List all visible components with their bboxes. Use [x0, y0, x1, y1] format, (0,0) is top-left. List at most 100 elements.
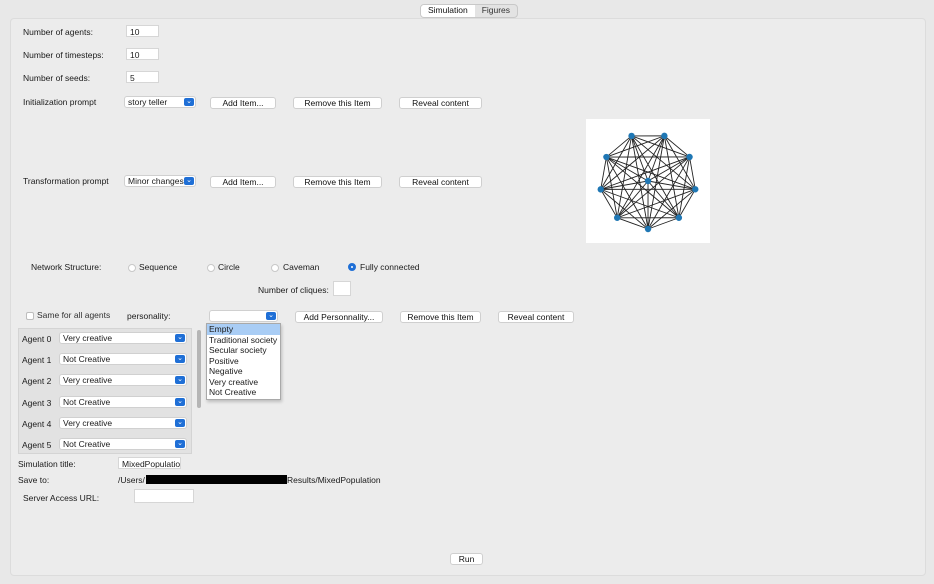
- init-prompt-label: Initialization prompt: [23, 97, 97, 107]
- agent-label: Agent 1: [22, 355, 52, 366]
- personality-label: personality:: [127, 311, 171, 321]
- same-for-all-checkbox[interactable]: [26, 312, 34, 320]
- personality-select[interactable]: ⌄: [209, 310, 278, 322]
- agent-personality-value: Very creative: [63, 375, 113, 386]
- dropdown-option[interactable]: Positive: [207, 356, 280, 367]
- agent-label: Agent 0: [22, 334, 52, 344]
- transform-prompt-label: Transformation prompt: [23, 176, 109, 186]
- num-seeds-label: Number of seeds:: [23, 73, 91, 83]
- radio-sequence[interactable]: [128, 264, 136, 272]
- agent-personality-value: Not Creative: [63, 439, 111, 449]
- dropdown-option[interactable]: Empty: [207, 324, 280, 335]
- radio-fully-connected-label: Fully connected: [360, 262, 420, 272]
- dropdown-option[interactable]: Traditional society: [207, 335, 280, 346]
- graph-node: [603, 153, 610, 161]
- chevron-down-icon: ⌄: [175, 334, 185, 342]
- agent-label: Agent 3: [22, 397, 52, 408]
- num-agents-field[interactable]: 10: [126, 25, 159, 37]
- agent-personality-select[interactable]: Not Creative ⌄: [59, 395, 187, 408]
- network-graph-preview: [586, 119, 710, 243]
- transform-reveal-content-button[interactable]: Reveal content: [399, 176, 482, 188]
- init-add-item-button[interactable]: Add Item...: [210, 97, 276, 109]
- graph-edge: [664, 135, 690, 158]
- add-personality-button[interactable]: Add Personnality...: [295, 311, 383, 323]
- graph-node: [628, 132, 635, 140]
- agent-personality-select[interactable]: Very creative ⌄: [59, 416, 187, 429]
- chevron-down-icon: ⌄: [184, 177, 194, 185]
- save-path-prefix: /Users/: [118, 475, 145, 485]
- num-agents-label: Number of agents:: [23, 27, 93, 37]
- dropdown-option[interactable]: Negative: [207, 366, 280, 377]
- init-prompt-value: story teller: [128, 97, 168, 107]
- simulation-title-label: Simulation title:: [18, 459, 76, 469]
- tab-figures[interactable]: Figures: [475, 5, 517, 17]
- dropdown-option[interactable]: Not Creative: [207, 387, 280, 398]
- server-url-field[interactable]: [134, 489, 194, 503]
- redacted-path-segment: [146, 475, 287, 484]
- agent-label: Agent 2: [22, 376, 52, 387]
- graph-node: [692, 186, 699, 193]
- dropdown-option[interactable]: Very creative: [207, 377, 280, 388]
- transform-add-item-button[interactable]: Add Item...: [210, 176, 276, 188]
- personality-reveal-content-button[interactable]: Reveal content: [498, 311, 574, 323]
- graph-edge: [617, 217, 649, 230]
- agent-personality-select[interactable]: Very creative ⌄: [59, 374, 187, 387]
- agent-label: Agent 5: [22, 440, 52, 450]
- save-to-label: Save to:: [18, 475, 50, 485]
- init-remove-item-button[interactable]: Remove this Item: [293, 97, 382, 109]
- chevron-down-icon: ⌄: [175, 355, 185, 364]
- init-reveal-content-button[interactable]: Reveal content: [399, 97, 482, 109]
- graph-node: [661, 132, 668, 140]
- run-button[interactable]: Run: [450, 553, 483, 565]
- dropdown-option[interactable]: Secular society: [207, 345, 280, 356]
- graph-node: [644, 177, 652, 185]
- same-for-all-label: Same for all agents: [37, 310, 111, 320]
- agent-list-scrollbar[interactable]: [196, 328, 202, 452]
- save-path-suffix: Results/MixedPopulation: [287, 475, 381, 485]
- cliques-field[interactable]: [333, 281, 351, 296]
- radio-circle-label: Circle: [218, 262, 240, 272]
- radio-circle[interactable]: [207, 264, 215, 272]
- transform-prompt-select[interactable]: Minor changes ⌄: [124, 175, 196, 187]
- agent-personality-value: Very creative: [63, 417, 113, 428]
- num-timesteps-label: Number of timesteps:: [23, 50, 104, 60]
- agent-personality-select[interactable]: Not Creative ⌄: [59, 353, 187, 366]
- agent-personality-value: Not Creative: [63, 354, 111, 365]
- agent-personality-value: Very creative: [63, 333, 113, 343]
- chevron-down-icon: ⌄: [184, 98, 194, 106]
- graph-node: [644, 225, 652, 233]
- radio-fully-connected[interactable]: [348, 263, 356, 271]
- chevron-down-icon: ⌄: [175, 440, 185, 448]
- server-url-label: Server Access URL:: [23, 493, 100, 503]
- network-graph: [597, 132, 699, 233]
- personality-remove-item-button[interactable]: Remove this Item: [400, 311, 481, 323]
- init-prompt-select[interactable]: story teller ⌄: [124, 96, 196, 108]
- graph-node: [675, 214, 683, 221]
- agent-list: [18, 328, 192, 454]
- simulation-title-field[interactable]: MixedPopulatio: [118, 457, 181, 469]
- radio-caveman-label: Caveman: [283, 262, 320, 272]
- agent-personality-select[interactable]: Not Creative ⌄: [59, 438, 187, 450]
- chevron-down-icon: ⌄: [175, 376, 185, 385]
- agent-personality-select[interactable]: Very creative ⌄: [59, 332, 187, 344]
- cliques-label: Number of cliques:: [258, 285, 329, 295]
- agent-personality-value: Not Creative: [63, 396, 111, 407]
- chevron-down-icon: ⌄: [175, 418, 185, 427]
- chevron-down-icon: ⌄: [266, 312, 276, 320]
- radio-sequence-label: Sequence: [139, 262, 178, 272]
- personality-dropdown-menu: Empty Traditional society Secular society P…: [206, 323, 281, 400]
- num-seeds-field[interactable]: 5: [126, 71, 159, 83]
- graph-edge: [647, 217, 680, 230]
- transform-remove-item-button[interactable]: Remove this Item: [293, 176, 382, 188]
- radio-caveman[interactable]: [271, 264, 279, 272]
- transform-prompt-value: Minor changes: [128, 176, 184, 186]
- graph-node: [686, 153, 693, 161]
- graph-edge: [606, 135, 632, 158]
- tab-bar: Simulation Figures: [420, 4, 519, 18]
- graph-node: [613, 214, 621, 221]
- scrollbar-thumb[interactable]: [197, 330, 201, 408]
- graph-node: [597, 186, 604, 193]
- network-structure-label: Network Structure:: [31, 262, 102, 272]
- tab-simulation[interactable]: Simulation: [421, 5, 475, 17]
- num-timesteps-field[interactable]: 10: [126, 48, 159, 60]
